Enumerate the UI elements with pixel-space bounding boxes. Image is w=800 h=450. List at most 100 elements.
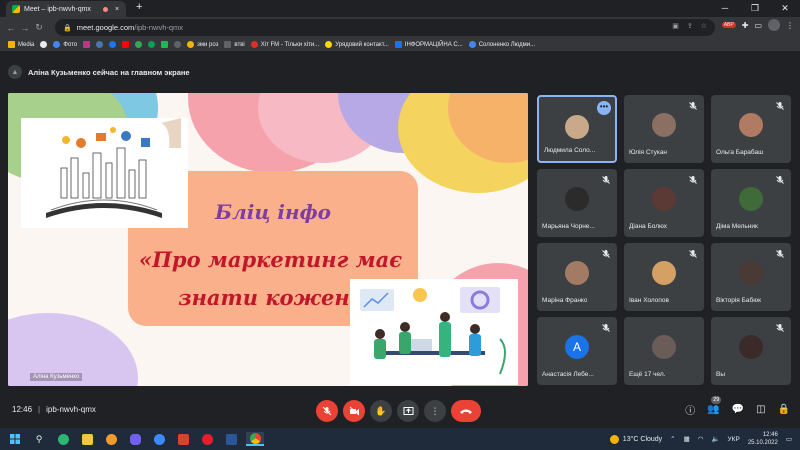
host-controls-icon[interactable]: 🔒 xyxy=(778,404,790,415)
share-icon[interactable]: ⇪ xyxy=(687,22,693,30)
mic-muted-icon xyxy=(776,102,784,110)
show-hidden-icons-chevron-icon[interactable]: ⌃ xyxy=(670,435,675,443)
profile-avatar[interactable] xyxy=(768,19,780,31)
bookmark-item[interactable]: ІНФОРМАЦІЙНА С... xyxy=(394,41,463,48)
bookmark-item[interactable]: Хіт FM - Тільки хіти... xyxy=(250,41,320,48)
weather-widget[interactable]: 13°C Cloudy xyxy=(609,434,662,444)
back-arrow-icon[interactable]: ← xyxy=(4,23,18,33)
wifi-icon[interactable]: ◠ xyxy=(698,435,704,443)
participant-tile[interactable]: Ольга Барабаш xyxy=(711,95,791,163)
slide-caption: Аліна Кузьменко xyxy=(30,373,83,381)
bookmark-item[interactable]: Фото xyxy=(53,41,77,48)
raise-hand-button[interactable]: ✋ xyxy=(370,400,392,422)
participant-tile[interactable]: Діана Болюх xyxy=(624,169,704,237)
participant-avatar xyxy=(565,187,589,211)
participant-tile[interactable]: ••• Людмила Соло... xyxy=(537,95,617,163)
bookmark-favicon-icon xyxy=(109,41,117,48)
sidebar-icon[interactable]: ▭ xyxy=(754,21,762,30)
browser-tab-meet[interactable]: Meet – ipb-nwvh-qmx × xyxy=(6,1,126,17)
tile-more-options-icon[interactable]: ••• xyxy=(597,101,611,115)
bookmark-item[interactable]: Солоненко Людми... xyxy=(468,41,535,48)
address-bar[interactable]: 🔒 meet.google.com /ipb-nwvh-qmx ▣ ⇪ ☆ xyxy=(55,19,715,36)
volume-icon[interactable]: 🔈 xyxy=(711,435,719,443)
leave-call-button[interactable] xyxy=(451,400,481,422)
more-options-button[interactable]: ⋮ xyxy=(424,400,446,422)
participant-tile[interactable]: Маріна Франко xyxy=(537,243,617,311)
new-tab-button[interactable]: + xyxy=(136,1,142,13)
participant-tile[interactable]: Діма Мельник xyxy=(711,169,791,237)
bookmark-favicon-icon xyxy=(394,41,402,48)
participant-tile[interactable]: Марьяна Чорне... xyxy=(537,169,617,237)
word-icon[interactable] xyxy=(222,432,240,446)
people-button[interactable]: 👥 29 xyxy=(707,396,722,415)
bookmark-item[interactable] xyxy=(109,41,117,48)
bookmark-item[interactable]: Media xyxy=(8,41,34,48)
bookmark-favicon-icon xyxy=(53,41,61,48)
chat-icon[interactable]: 💬 xyxy=(732,404,744,415)
aimp-player-icon[interactable] xyxy=(102,432,120,446)
bookmark-label: ІНФОРМАЦІЙНА С... xyxy=(404,41,463,48)
participant-tile[interactable]: Ещё 17 чел. xyxy=(624,317,704,385)
participant-tile[interactable]: Вы xyxy=(711,317,791,385)
powerpoint-icon[interactable] xyxy=(174,432,192,446)
close-window-button[interactable]: ✕ xyxy=(770,0,800,17)
minimize-button[interactable]: ─ xyxy=(710,0,740,17)
meeting-code: ipb-nwvh-qmx xyxy=(46,405,96,414)
bookmark-item[interactable] xyxy=(40,41,48,48)
taskbar-clock[interactable]: 12:46 25.10.2022 xyxy=(748,431,778,447)
viber-icon[interactable] xyxy=(126,432,144,446)
participant-tile[interactable]: Іван Холопов xyxy=(624,243,704,311)
mic-off-icon xyxy=(322,406,332,416)
bookmark-label: Хіт FM - Тільки хіти... xyxy=(260,41,320,48)
participant-name: Ольга Барабаш xyxy=(716,149,764,156)
menu-kebab-icon[interactable]: ⋮ xyxy=(786,21,794,30)
windows-start-icon[interactable] xyxy=(6,432,24,446)
bookmark-item[interactable] xyxy=(148,41,156,48)
bookmark-item[interactable] xyxy=(96,41,104,48)
bookmark-item[interactable] xyxy=(161,41,169,48)
participant-tile[interactable]: A Анастасія Лебе... xyxy=(537,317,617,385)
camera-toggle-button[interactable] xyxy=(343,400,365,422)
bookmark-favicon-icon xyxy=(135,41,143,48)
language-indicator[interactable]: УКР xyxy=(728,436,740,443)
participant-tile[interactable]: Юлія Стукан xyxy=(624,95,704,163)
network-icon[interactable]: ▦ xyxy=(684,435,690,443)
bookmark-label: Урядовий контакт... xyxy=(335,41,389,48)
slide-title-line1: Бліц інфо xyxy=(215,200,331,224)
participant-name: Людмила Соло... xyxy=(544,147,596,154)
present-now-button[interactable] xyxy=(397,400,419,422)
participant-count-badge: 29 xyxy=(711,396,722,404)
meeting-details-info-icon[interactable]: ⓘ xyxy=(685,402,695,417)
bookmark-item[interactable] xyxy=(83,41,91,48)
edge-browser-icon[interactable] xyxy=(54,432,72,446)
skype-icon[interactable] xyxy=(150,432,168,446)
tab-close-button[interactable]: × xyxy=(112,6,122,13)
file-explorer-icon[interactable] xyxy=(78,432,96,446)
chrome-taskbar-icon[interactable] xyxy=(246,432,264,446)
call-controls: ✋ ⋮ xyxy=(316,400,481,422)
maximize-button[interactable]: ❐ xyxy=(740,0,770,17)
browser-toolbar: ← → ↻ 🔒 meet.google.com /ipb-nwvh-qmx ▣ … xyxy=(0,17,800,38)
bookmark-item[interactable]: втві xyxy=(224,41,245,48)
participant-avatar xyxy=(739,187,763,211)
bookmark-item[interactable]: Урядовий контакт... xyxy=(325,41,389,48)
participant-name: Діма Мельник xyxy=(716,223,758,230)
slide-illustration-team xyxy=(350,279,518,385)
windows-taskbar: ⚲ 13°C Cloudy ⌃ ▦ ◠ 🔈 УКР 12:46 25.10.20… xyxy=(0,428,800,450)
notifications-icon[interactable]: ▭ xyxy=(786,435,792,443)
forward-arrow-icon[interactable]: → xyxy=(18,23,32,33)
camera-icon[interactable]: ▣ xyxy=(672,22,679,30)
bookmark-item[interactable] xyxy=(135,41,143,48)
opera-icon[interactable] xyxy=(198,432,216,446)
search-icon[interactable]: ⚲ xyxy=(30,432,48,446)
activities-icon[interactable]: ◫ xyxy=(756,404,765,415)
adblock-extension-icon[interactable]: ABP xyxy=(721,22,736,28)
bookmark-star-icon[interactable]: ☆ xyxy=(701,22,707,30)
bookmark-item[interactable] xyxy=(122,41,130,48)
bookmark-item[interactable] xyxy=(174,41,182,48)
participant-tile[interactable]: Вікторія Бабюк xyxy=(711,243,791,311)
bookmark-item[interactable]: зми роз xyxy=(187,41,218,48)
extensions-puzzle-icon[interactable]: ✚ xyxy=(742,21,749,30)
reload-icon[interactable]: ↻ xyxy=(32,22,46,33)
mic-toggle-button[interactable] xyxy=(316,400,338,422)
